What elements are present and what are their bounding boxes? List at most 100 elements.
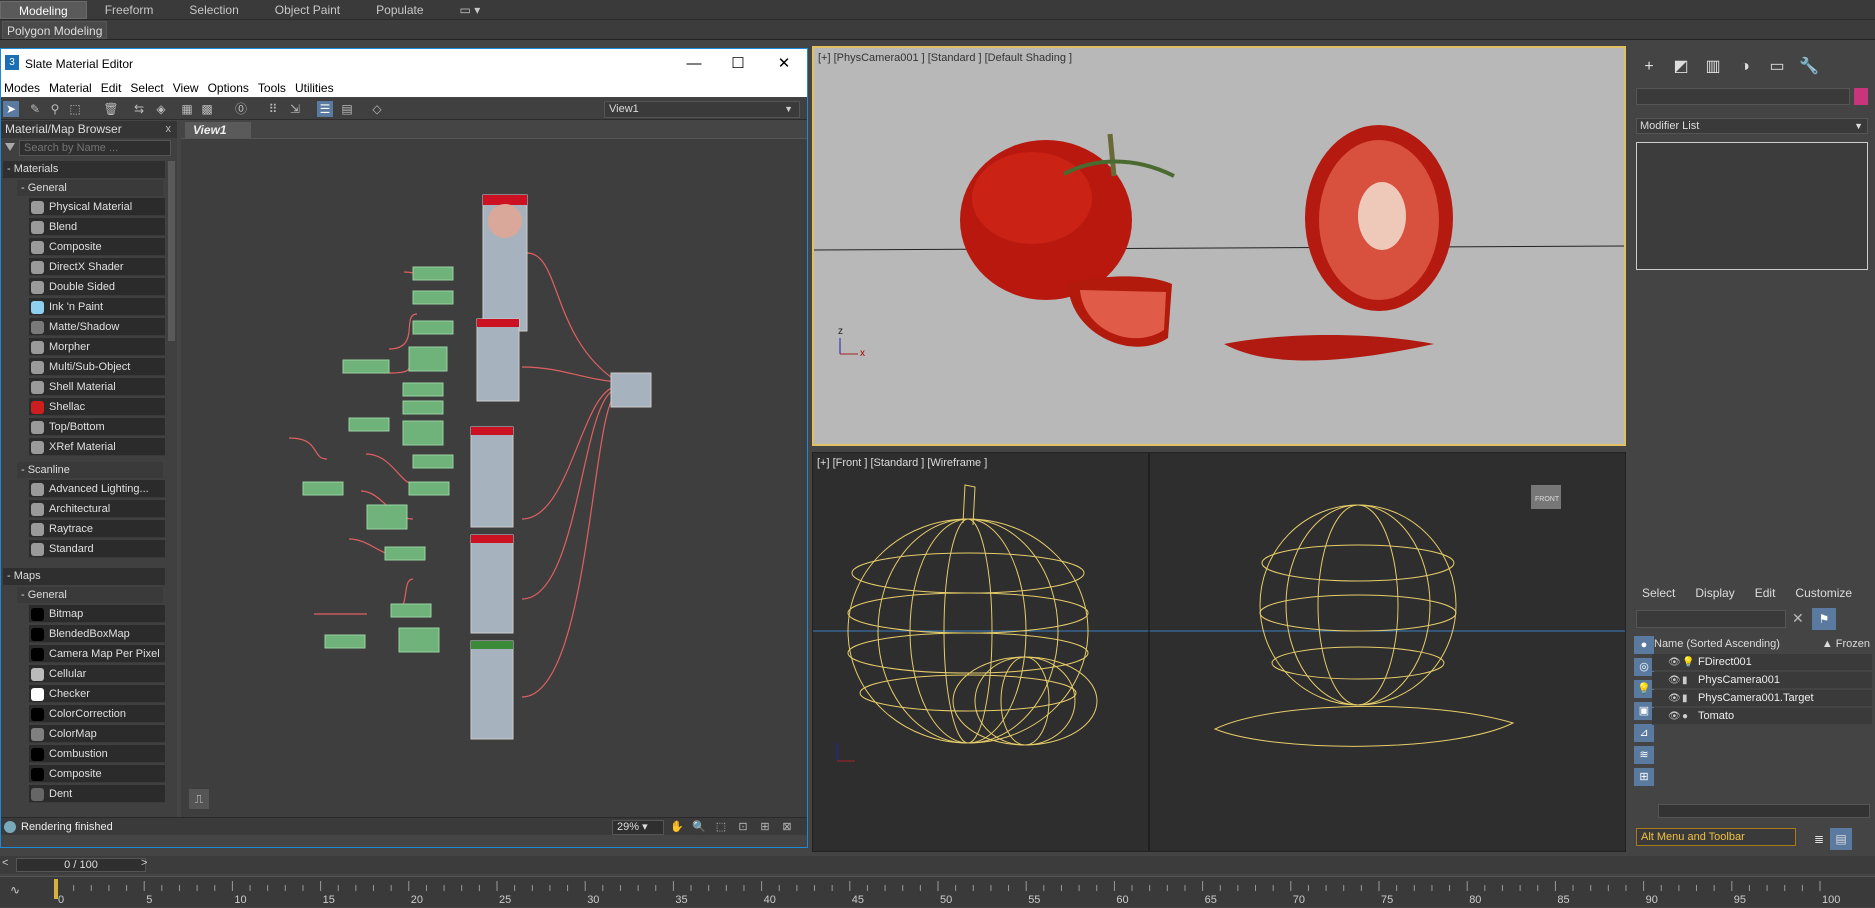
material-id-icon[interactable]: ⓪: [233, 101, 249, 117]
menu-view[interactable]: View: [170, 81, 205, 95]
viewport-front[interactable]: [+] [Front ] [Standard ] [Wireframe ] FR…: [812, 452, 1626, 852]
menu-select[interactable]: Select: [127, 81, 169, 95]
modifier-stack[interactable]: [1636, 142, 1868, 270]
put-to-scene-icon[interactable]: ⚲: [47, 101, 63, 117]
visibility-eye-icon[interactable]: 👁: [1668, 708, 1681, 725]
display-shapes-icon[interactable]: ◎: [1634, 658, 1654, 676]
ribbon-options-dropdown[interactable]: ▭ ▾: [442, 1, 499, 19]
browser-item[interactable]: Raytrace: [29, 520, 165, 538]
browser-item[interactable]: Ink 'n Paint: [29, 298, 165, 316]
timeline-ruler[interactable]: 0 5 10 15 20 25 30 35 40 45 50 55 60 65 70 75 80 85 90 95 10…: [50, 877, 1875, 908]
browser-item[interactable]: Shellac: [29, 398, 165, 416]
ribbon-tab-populate[interactable]: Populate: [358, 1, 441, 19]
browser-item[interactable]: Physical Material: [29, 198, 165, 216]
node-canvas[interactable]: ⎍: [181, 139, 807, 817]
pan-icon[interactable]: ✋: [669, 820, 685, 835]
object-color-swatch[interactable]: [1854, 88, 1868, 105]
display-lights-icon[interactable]: 💡: [1634, 680, 1654, 698]
workspace-select[interactable]: Alt Menu and Toolbar: [1636, 828, 1796, 846]
search-options-icon[interactable]: [5, 143, 15, 151]
zoom-select[interactable]: 29% ▾: [612, 820, 664, 835]
scene-explorer-header[interactable]: Name (Sorted Ascending) ▲ Frozen: [1652, 636, 1872, 652]
motion-tab-icon[interactable]: ◑: [1734, 56, 1756, 78]
visibility-eye-icon[interactable]: 👁: [1668, 654, 1681, 671]
visibility-eye-icon[interactable]: 👁: [1668, 672, 1681, 689]
select-tool-icon[interactable]: ➤: [3, 101, 19, 117]
ribbon-tab-object-paint[interactable]: Object Paint: [257, 1, 358, 19]
assign-material-icon[interactable]: ⬚: [67, 101, 83, 117]
browser-subgroup[interactable]: - General: [17, 180, 163, 196]
browser-search-input[interactable]: [19, 140, 171, 156]
previous-frame-icon[interactable]: <: [2, 857, 8, 869]
browser-item[interactable]: Multi/Sub-Object: [29, 358, 165, 376]
name-column-header[interactable]: Name (Sorted Ascending): [1654, 638, 1780, 650]
browser-subgroup[interactable]: - General: [17, 587, 163, 603]
polygon-modeling-button[interactable]: Polygon Modeling: [2, 21, 108, 39]
browser-item[interactable]: Shell Material: [29, 378, 165, 396]
parameter-editor-icon[interactable]: ▤: [339, 101, 355, 117]
browser-item[interactable]: Architectural: [29, 500, 165, 518]
browser-item[interactable]: BlendedBoxMap: [29, 625, 165, 643]
browser-group[interactable]: - Materials: [3, 161, 165, 178]
browser-item[interactable]: Dent: [29, 785, 165, 803]
horizontal-scrollbar[interactable]: [1658, 804, 1870, 818]
display-tab-icon[interactable]: ▭: [1766, 56, 1788, 78]
material-map-browser-icon[interactable]: ☰: [317, 101, 333, 117]
browser-item[interactable]: Top/Bottom: [29, 418, 165, 436]
utilities-tab-icon[interactable]: 🔧: [1798, 56, 1820, 78]
close-icon[interactable]: x: [166, 121, 172, 138]
browser-item[interactable]: Combustion: [29, 745, 165, 763]
select-by-material-icon[interactable]: ◇: [369, 101, 385, 117]
close-button[interactable]: ✕: [769, 53, 799, 75]
browser-item[interactable]: ColorCorrection: [29, 705, 165, 723]
minimize-button[interactable]: —: [679, 53, 709, 75]
layer-explorer-icon[interactable]: ≣: [1808, 828, 1830, 850]
next-frame-icon[interactable]: >: [141, 857, 147, 869]
browser-item[interactable]: Standard: [29, 540, 165, 558]
hide-unused-icon[interactable]: ◈: [153, 101, 169, 117]
scrollbar[interactable]: [168, 161, 175, 341]
time-slider[interactable]: 0 / 100: [16, 858, 146, 872]
display-spacewarps-icon[interactable]: ≋: [1634, 746, 1654, 764]
browser-item[interactable]: Matte/Shadow: [29, 318, 165, 336]
menu-utilities[interactable]: Utilities: [292, 81, 340, 95]
scene-object-row[interactable]: 👁 💡 FDirect001: [1652, 654, 1872, 671]
menu-modes[interactable]: Modes: [1, 81, 46, 95]
menu-options[interactable]: Options: [205, 81, 255, 95]
browser-item[interactable]: Checker: [29, 685, 165, 703]
visibility-eye-icon[interactable]: 👁: [1668, 690, 1681, 707]
move-children-icon[interactable]: ⇆: [131, 101, 147, 117]
scene-menu-select[interactable]: Select: [1632, 586, 1685, 600]
menu-tools[interactable]: Tools: [255, 81, 292, 95]
modifier-list-select[interactable]: Modifier List ▼: [1636, 118, 1868, 134]
scene-object-row[interactable]: 👁 ▮ PhysCamera001: [1652, 672, 1872, 689]
scene-search-input[interactable]: [1636, 610, 1786, 628]
show-background-icon[interactable]: ▩: [199, 101, 215, 117]
browser-item[interactable]: Morpher: [29, 338, 165, 356]
browser-item[interactable]: Double Sided: [29, 278, 165, 296]
browser-item[interactable]: ColorMap: [29, 725, 165, 743]
clear-search-icon[interactable]: ✕: [1792, 610, 1804, 627]
browser-item[interactable]: XRef Material: [29, 438, 165, 456]
zoom-region-icon[interactable]: ⬚: [713, 820, 729, 835]
track-bar[interactable]: ∿ 0 5 10 15 20 25 30 35 40 45 50 55 60 65 70 75 80 85 90 95…: [0, 876, 1875, 907]
modify-tab-icon[interactable]: ◩: [1670, 56, 1692, 78]
delete-icon[interactable]: 🗑: [103, 101, 119, 117]
display-groups-icon[interactable]: ⊞: [1634, 768, 1654, 786]
maximize-button[interactable]: ☐: [723, 53, 753, 75]
browser-item[interactable]: Blend: [29, 218, 165, 236]
object-name-field[interactable]: [1636, 88, 1850, 105]
browser-item[interactable]: Advanced Lighting...: [29, 480, 165, 498]
filter-icon[interactable]: ⚑: [1812, 608, 1836, 630]
scene-menu-customize[interactable]: Customize: [1785, 586, 1862, 600]
show-map-icon[interactable]: ▦: [179, 101, 195, 117]
display-cameras-icon[interactable]: ▣: [1634, 702, 1654, 720]
scene-explorer-icon[interactable]: ▤: [1830, 828, 1852, 850]
hierarchy-tab-icon[interactable]: ▥: [1702, 56, 1724, 78]
menu-material[interactable]: Material: [46, 81, 98, 95]
zoom-extents-icon[interactable]: ⊡: [735, 820, 751, 835]
browser-group[interactable]: - Maps: [3, 568, 165, 585]
node-graph[interactable]: [181, 139, 807, 817]
viewport-camera[interactable]: [+] [PhysCamera001 ] [Standard ] [Defaul…: [812, 46, 1626, 446]
display-geometry-icon[interactable]: ●: [1634, 636, 1654, 654]
